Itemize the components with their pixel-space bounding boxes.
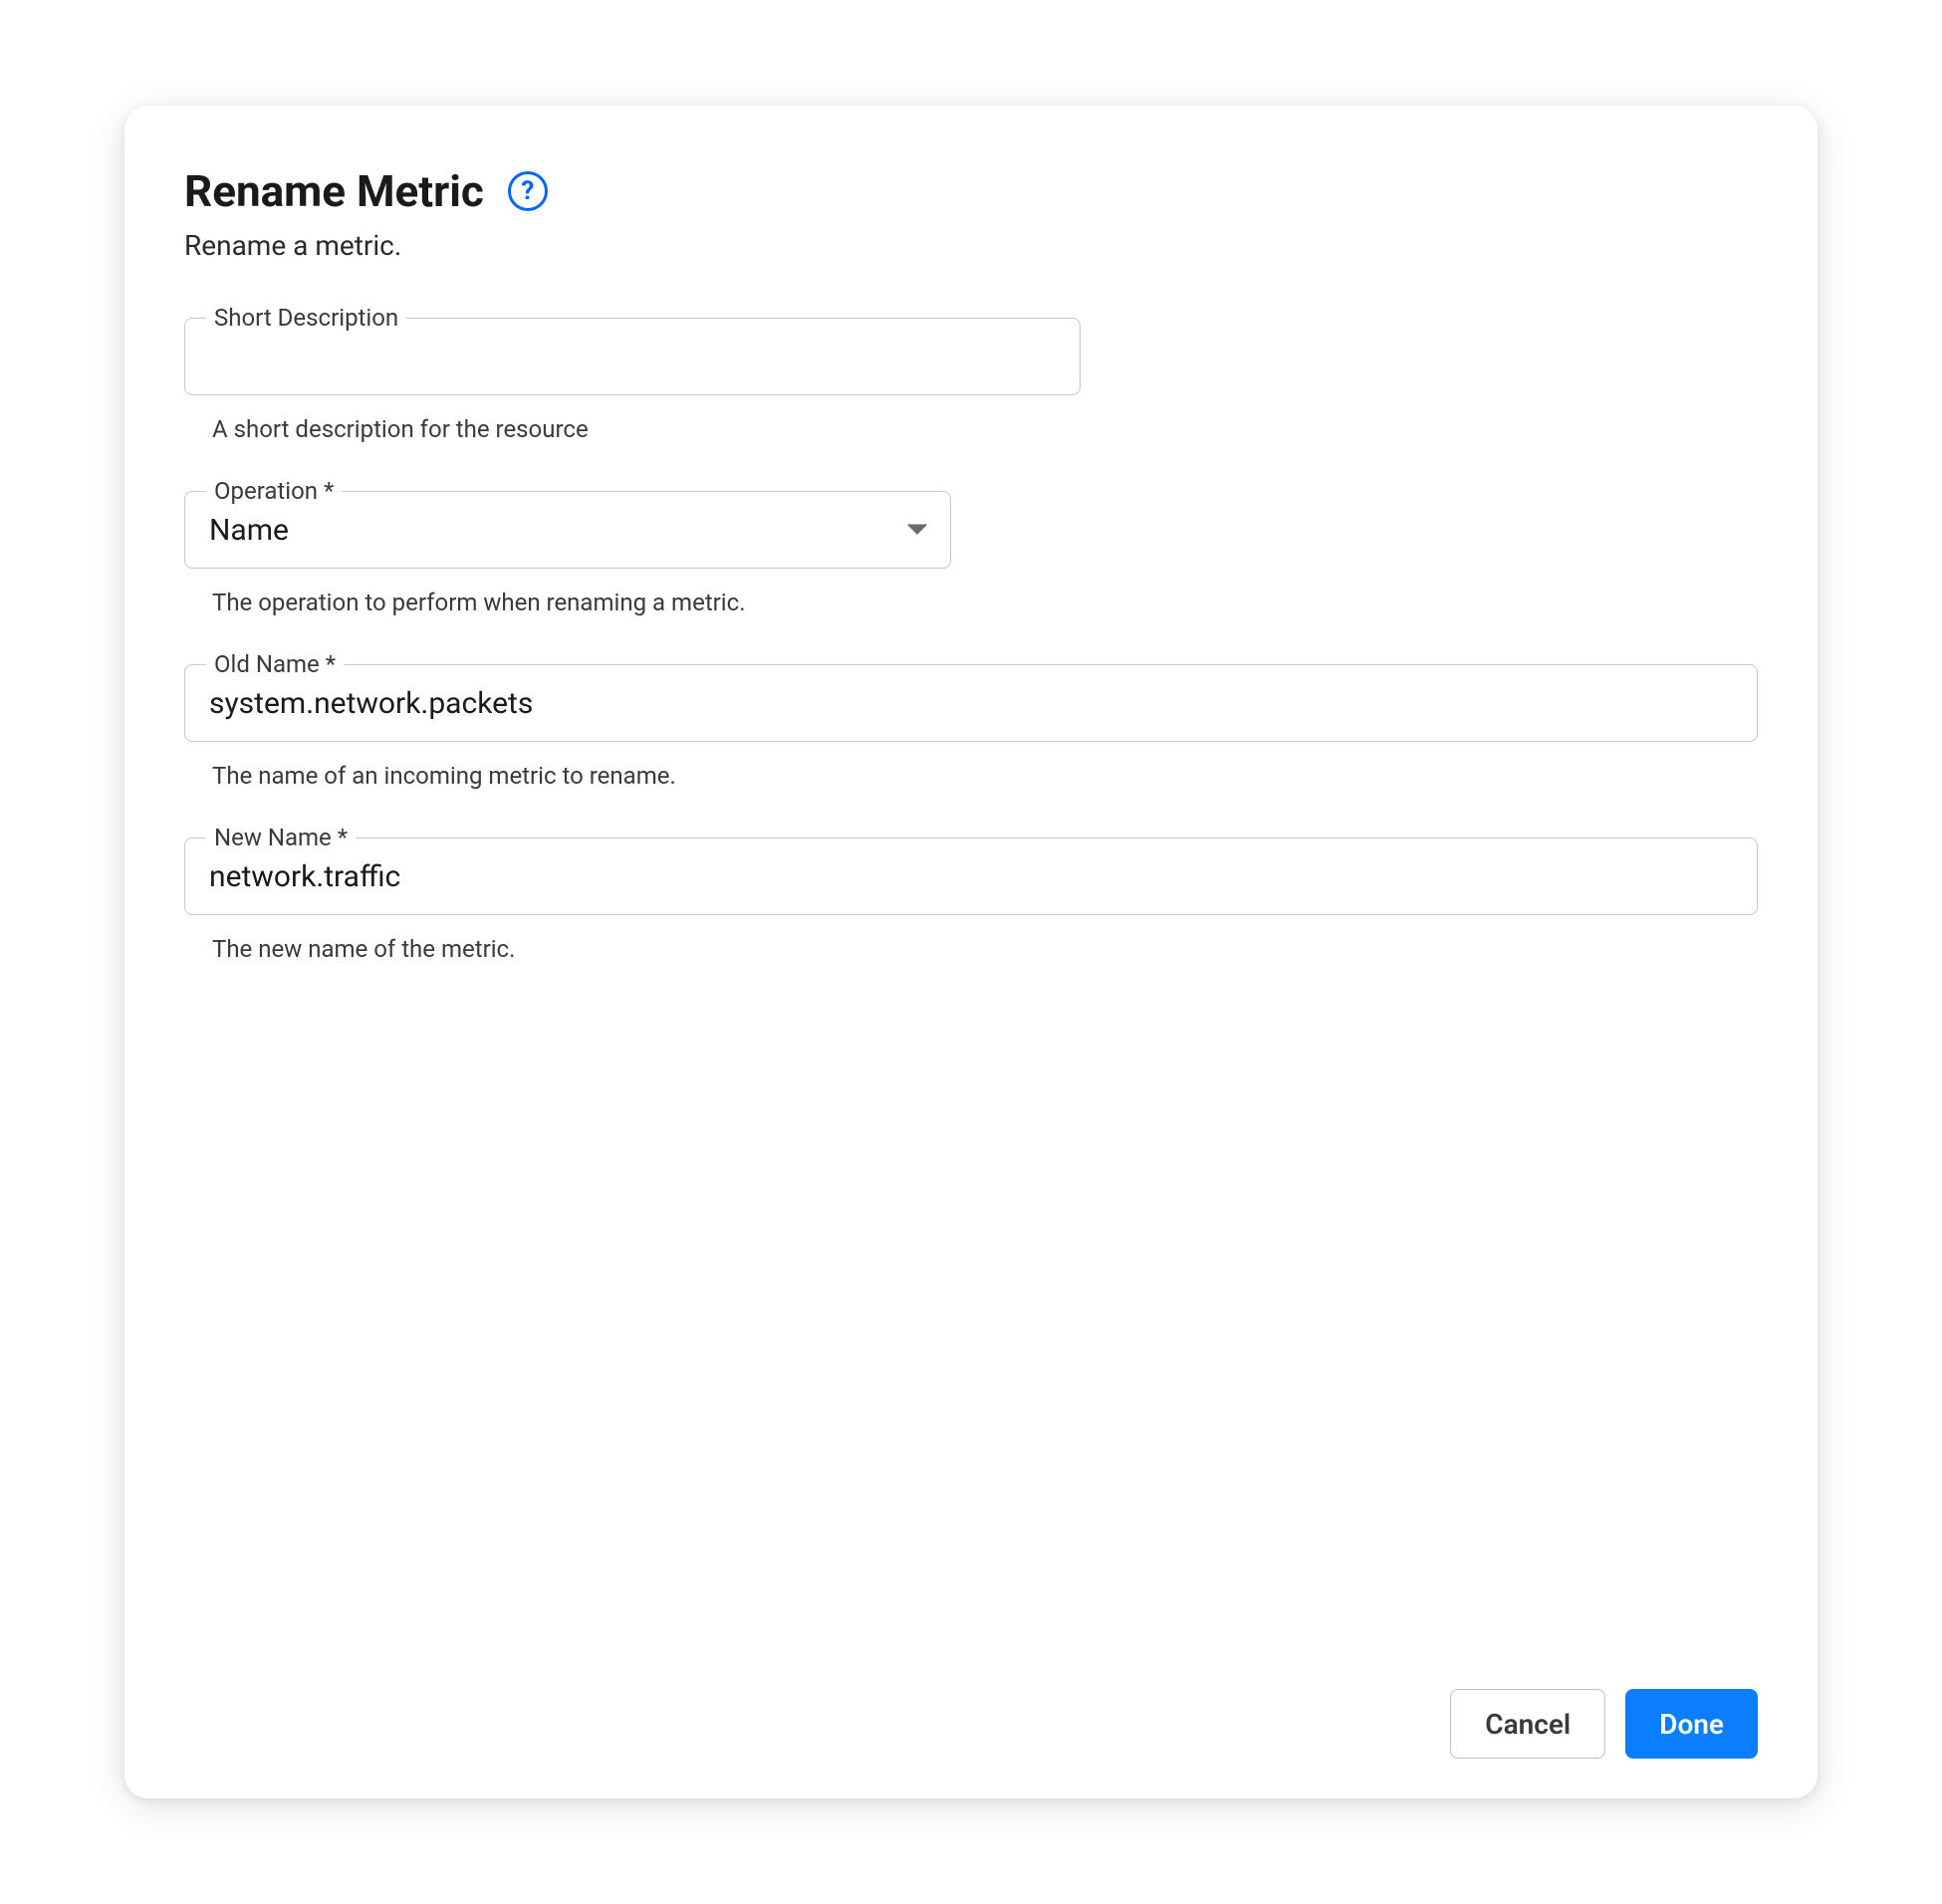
- old-name-input[interactable]: [184, 664, 1758, 742]
- short-description-helper: A short description for the resource: [212, 415, 1758, 443]
- dialog-footer: Cancel Done: [184, 1649, 1758, 1759]
- dialog-title: Rename Metric: [184, 165, 484, 217]
- dialog-subtitle: Rename a metric.: [184, 229, 1758, 262]
- operation-label: Operation *: [206, 477, 342, 505]
- new-name-field-group: New Name * The new name of the metric.: [184, 837, 1758, 963]
- new-name-helper: The new name of the metric.: [212, 935, 1758, 963]
- cancel-button[interactable]: Cancel: [1450, 1689, 1605, 1759]
- short-description-field-group: Short Description A short description fo…: [184, 318, 1758, 443]
- operation-selected-value: Name: [209, 513, 289, 548]
- short-description-label: Short Description: [206, 304, 406, 332]
- done-button[interactable]: Done: [1625, 1689, 1758, 1759]
- old-name-helper: The name of an incoming metric to rename…: [212, 762, 1758, 790]
- old-name-field-group: Old Name * The name of an incoming metri…: [184, 664, 1758, 790]
- operation-helper: The operation to perform when renaming a…: [212, 589, 1758, 616]
- new-name-label: New Name *: [206, 824, 356, 851]
- rename-metric-dialog: Rename Metric ? Rename a metric. Short D…: [124, 106, 1818, 1798]
- old-name-label: Old Name *: [206, 650, 344, 678]
- operation-field-group: Operation * Name The operation to perfor…: [184, 491, 1758, 616]
- form-content: Short Description A short description fo…: [184, 318, 1758, 1649]
- dialog-header: Rename Metric ?: [184, 165, 1758, 217]
- help-icon[interactable]: ?: [508, 171, 548, 211]
- new-name-input[interactable]: [184, 837, 1758, 915]
- help-icon-glyph: ?: [521, 176, 534, 206]
